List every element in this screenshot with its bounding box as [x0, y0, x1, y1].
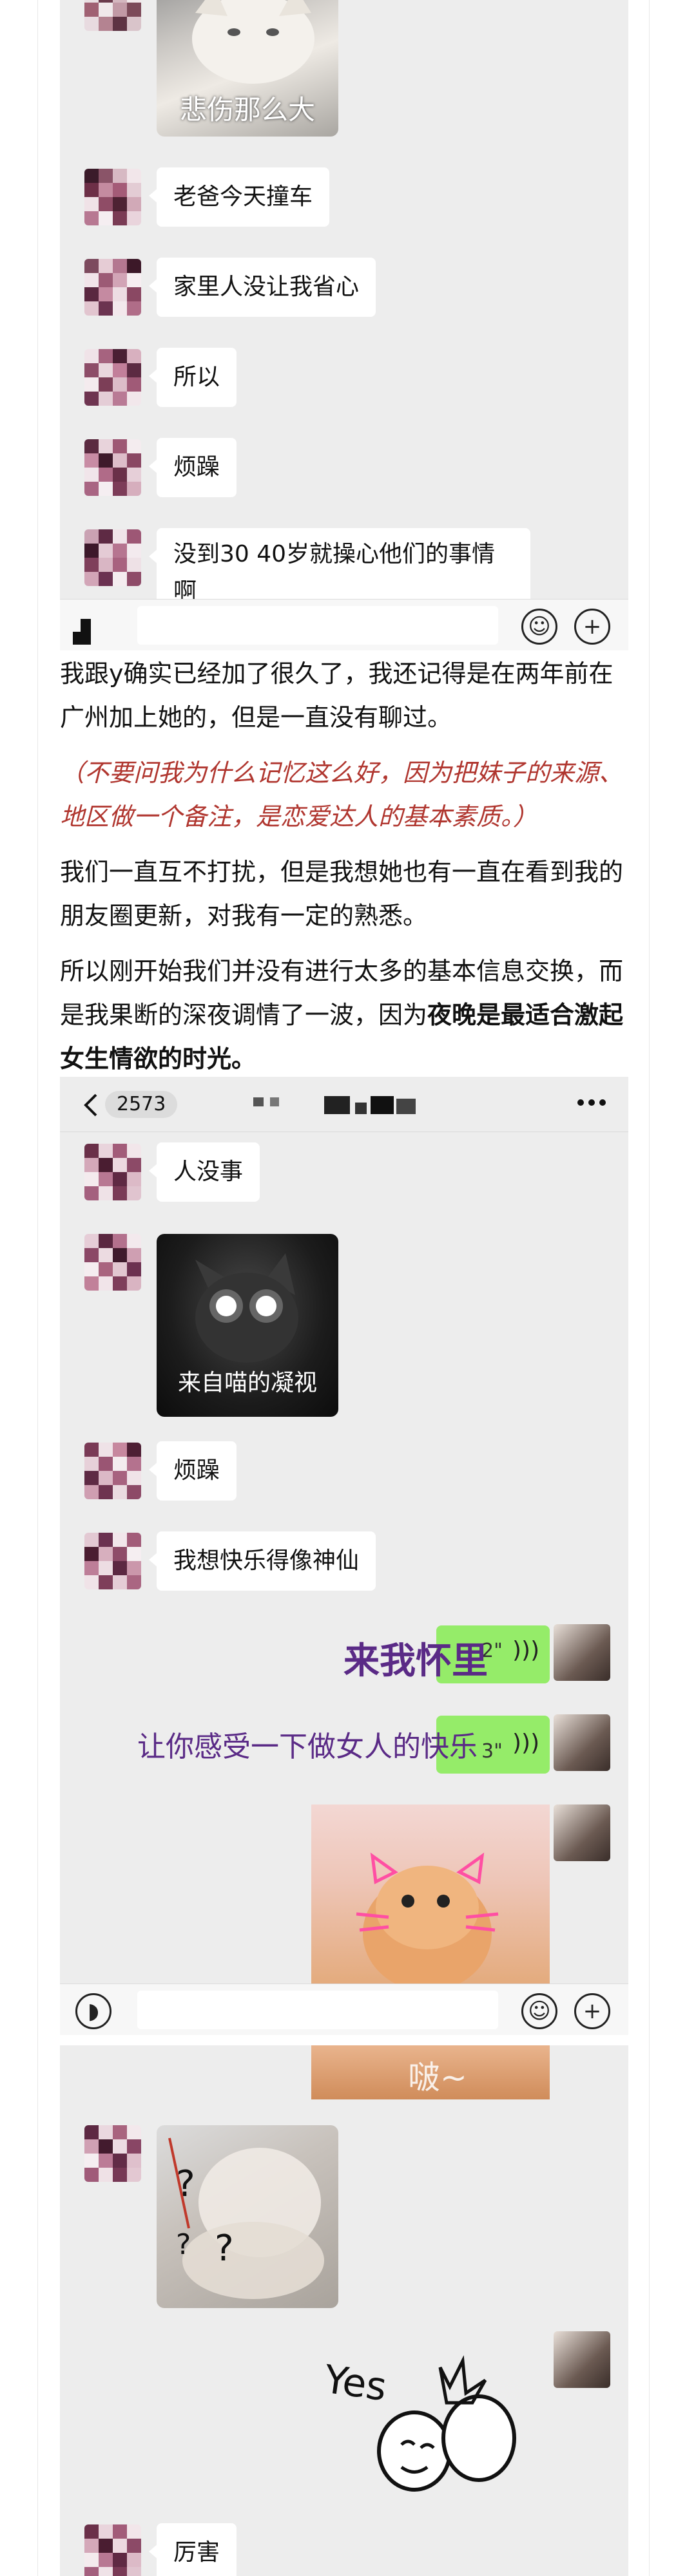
message-bubble[interactable]: 厉害 — [148, 2523, 237, 2576]
voice-wave-icon: ))) — [512, 1637, 540, 1663]
sticker-caption: 来自喵的凝视 — [177, 1370, 317, 1396]
emoji-icon[interactable]: ☺ — [521, 1993, 557, 2029]
voice-icon[interactable] — [73, 606, 111, 645]
article-quote: （不要问我为什么记忆这么好，因为把妹子的来源、地区做一个备注，是恋爱达人的基本素… — [60, 759, 624, 831]
message-bubble[interactable]: 我想快乐得像神仙 — [148, 1531, 376, 1591]
confused-cat-illustration: ? ? ? — [168, 2137, 324, 2299]
contact-avatar — [84, 1234, 141, 1291]
contact-avatar — [84, 1144, 141, 1200]
contact-avatar — [84, 169, 141, 225]
message-bubble[interactable]: 老爸今天撞车 — [148, 167, 330, 227]
contact-avatar — [84, 529, 141, 586]
cat-gaze-sticker: 来自喵的凝视 — [157, 1234, 338, 1417]
article-paragraph: 我跟y确实已经加了很久了，我还记得是在两年前在广州加上她的，但是一直没有聊过。 — [60, 659, 614, 732]
message-input[interactable] — [137, 1991, 498, 2029]
contact-avatar — [84, 2524, 141, 2576]
message-bubble[interactable]: 烦躁 — [148, 438, 237, 497]
contact-avatar — [84, 1443, 141, 1499]
contact-avatar — [84, 0, 141, 31]
message-bubble[interactable]: 家里人没让我省心 — [148, 258, 376, 317]
add-icon[interactable]: + — [574, 609, 610, 645]
voice-input-icon[interactable]: ◗ — [75, 1993, 111, 2029]
kitten-sticker — [311, 1804, 550, 1991]
contact-avatar — [84, 259, 141, 316]
svg-text:?: ? — [215, 2228, 234, 2269]
my-avatar — [554, 1714, 610, 1771]
overlay-text: 让你感受一下做女人的快乐 — [137, 1730, 478, 1763]
article-paragraph: 所以刚开始我们并没有进行太多的基本信息交换，而是我果断的深夜调情了一波，因为夜晚… — [60, 949, 628, 1081]
confused-cat-sticker: ? ? ? — [157, 2125, 338, 2308]
overlay-text: 来我怀里 — [343, 1640, 488, 1682]
voice-duration: 3" — [481, 1740, 503, 1763]
my-avatar — [554, 1804, 610, 1861]
kiss-sticker: 啵~ — [311, 2045, 550, 2099]
back-icon[interactable] — [82, 1094, 99, 1117]
more-icon[interactable] — [575, 1096, 608, 1109]
voice-wave-icon: ))) — [512, 1730, 540, 1756]
message-bubble[interactable]: 烦躁 — [148, 1441, 237, 1501]
article-page: 悲伤那么大 老爸今天撞车 家里人没让我省心 所以 烦躁 没到30 40岁就操心他… — [37, 0, 650, 2576]
contact-avatar — [84, 349, 141, 406]
message-bubble[interactable]: 人没事 — [148, 1142, 260, 1202]
chat-header: 2573 — [60, 1077, 628, 1132]
sad-cat-sticker: 悲伤那么大 — [157, 0, 338, 137]
add-icon[interactable]: + — [574, 1993, 610, 2029]
my-avatar — [554, 2331, 610, 2388]
chat-input-bar: ☺ + — [60, 599, 628, 650]
contact-avatar — [84, 2125, 141, 2182]
message-input[interactable] — [137, 606, 498, 645]
contact-avatar — [84, 1533, 141, 1589]
chat-screenshot-1: 悲伤那么大 老爸今天撞车 家里人没让我省心 所以 烦躁 没到30 40岁就操心他… — [60, 0, 628, 650]
my-avatar — [554, 1624, 610, 1681]
contact-name-pixelated — [253, 1096, 434, 1115]
sticker-text: 啵~ — [408, 2059, 467, 2096]
emoji-icon[interactable]: ☺ — [521, 609, 557, 645]
chat-screenshot-2: 2573 人没事 来自喵的凝视 烦躁 我想快乐得像神仙 2"))) 来我怀里 … — [60, 1077, 628, 2035]
yes-sticker: Yes — [318, 2342, 543, 2503]
sticker-caption: 悲伤那么大 — [179, 94, 315, 126]
chat-screenshot-3: 啵~ ? ? ? Yes 厉害 — [60, 2045, 628, 2576]
yes-text: Yes — [321, 2356, 390, 2410]
message-bubble[interactable]: 所以 — [148, 348, 237, 407]
svg-text:?: ? — [176, 2228, 191, 2261]
message-line: 没到30 40岁就操心他们的事情 — [173, 541, 496, 567]
unread-count-badge[interactable]: 2573 — [105, 1091, 178, 1118]
kitten-illustration — [356, 1852, 499, 1991]
chat-input-bar: ◗ ☺ + — [60, 1984, 628, 2035]
article-paragraph: 我们一直互不打扰，但是我想她也有一直在看到我的朋友圈更新，对我有一定的熟悉。 — [60, 858, 624, 930]
contact-avatar — [84, 439, 141, 496]
